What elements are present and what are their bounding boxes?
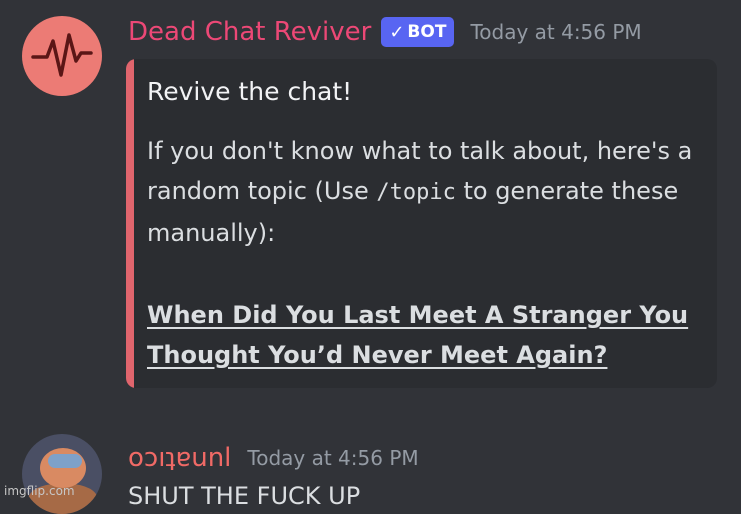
user-avatar[interactable] xyxy=(22,434,102,514)
username[interactable]: oɔıʇɐunl xyxy=(128,443,231,473)
heartbeat-icon xyxy=(31,33,93,77)
bot-badge-label: BOT xyxy=(407,22,447,42)
avatar-visor xyxy=(48,454,82,468)
topic-link[interactable]: When Did You Last Meet A Stranger You Th… xyxy=(147,295,707,375)
watermark: imgflip.com xyxy=(4,484,75,498)
message-content: SHUT THE FUCK UP xyxy=(128,482,361,510)
username[interactable]: Dead Chat Reviver xyxy=(128,17,371,47)
embed-description: If you don't know what to talk about, he… xyxy=(147,131,707,253)
message-header: oɔıʇɐunl Today at 4:56 PM xyxy=(128,438,419,478)
command-code: /topic xyxy=(376,180,456,205)
bot-badge: ✓ BOT xyxy=(381,17,455,47)
bot-avatar[interactable] xyxy=(22,16,102,96)
checkmark-icon: ✓ xyxy=(389,21,405,43)
embed-accent-bar xyxy=(126,59,134,388)
embed-title: Revive the chat! xyxy=(147,77,353,106)
message-header: Dead Chat Reviver ✓ BOT Today at 4:56 PM xyxy=(128,12,642,52)
timestamp[interactable]: Today at 4:56 PM xyxy=(470,20,641,44)
embed: Revive the chat! If you don't know what … xyxy=(126,59,717,388)
timestamp[interactable]: Today at 4:56 PM xyxy=(247,446,418,470)
